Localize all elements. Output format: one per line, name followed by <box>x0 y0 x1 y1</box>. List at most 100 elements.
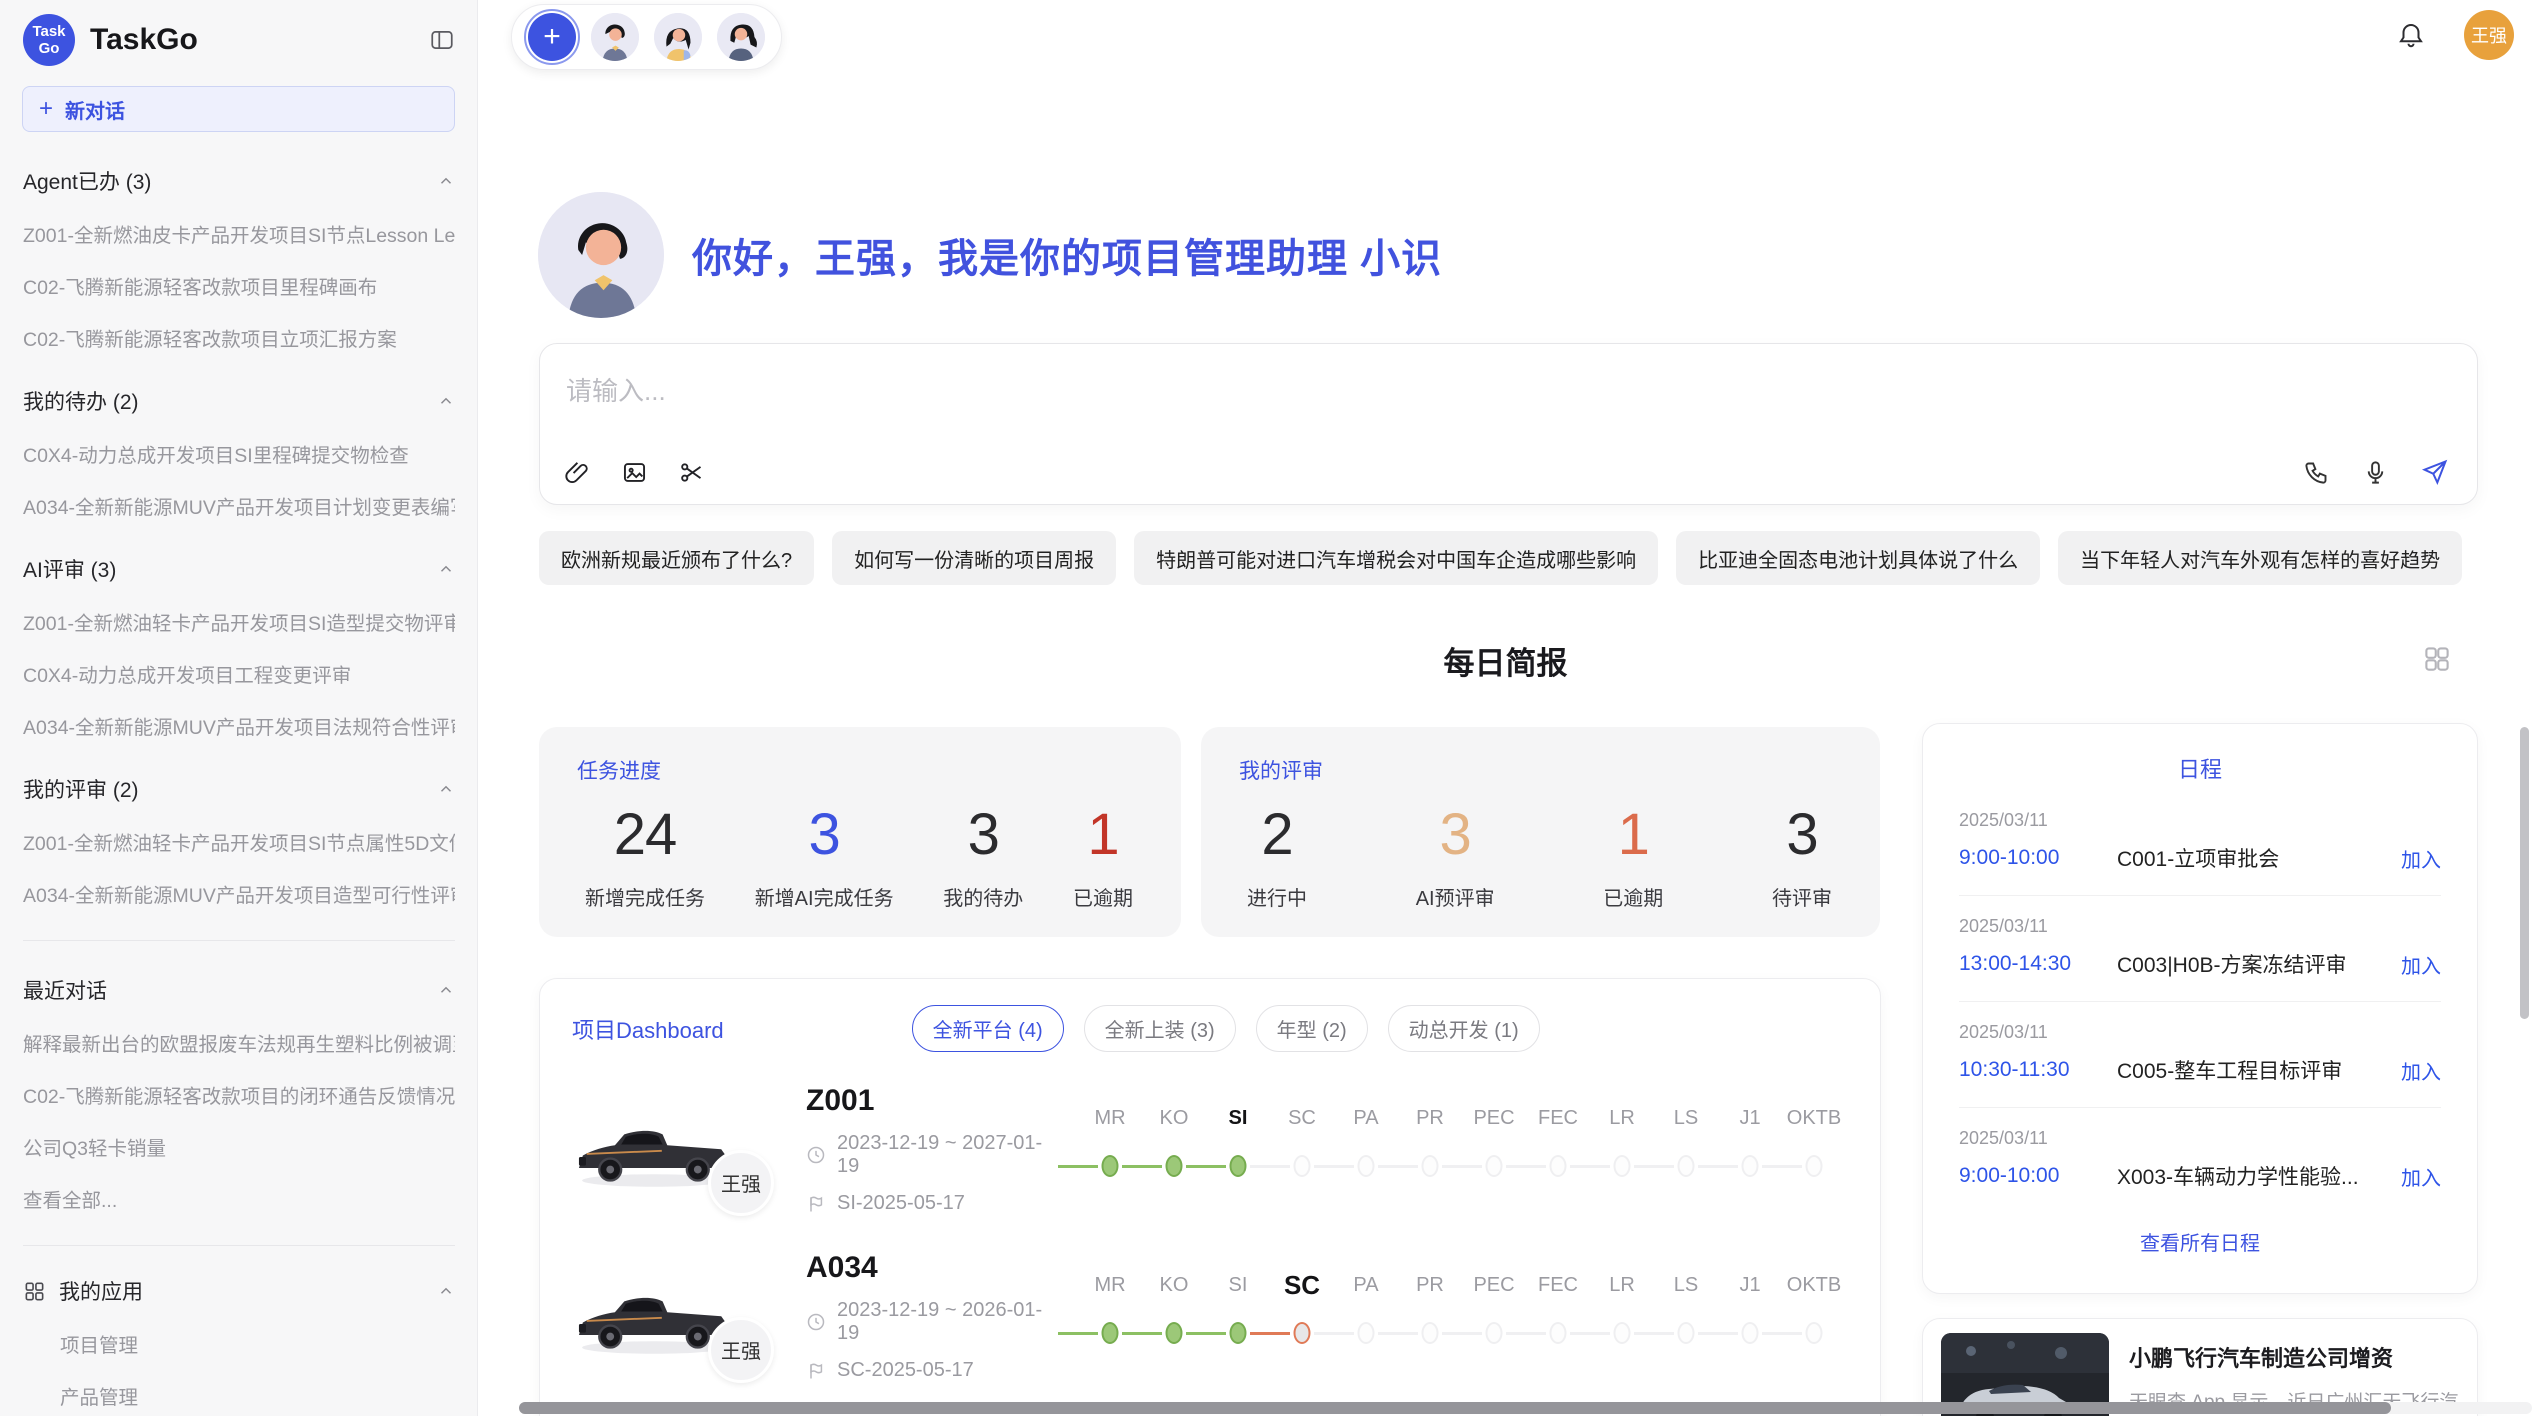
divider <box>23 940 455 941</box>
sidebar-item[interactable]: A034-全新新能源MUV产品开发项目造型可行性评审 <box>23 879 455 908</box>
dashboard-filter-chip[interactable]: 全新上装 (3) <box>1084 1005 1236 1052</box>
event-time: 10:30-11:30 <box>1959 1058 2117 1082</box>
sidebar-section-header[interactable]: AI评审 (3) <box>23 554 455 584</box>
microphone-icon[interactable] <box>2362 459 2389 486</box>
project-flag-row: SI-2025-05-17 <box>806 1192 1056 1215</box>
sidebar-item[interactable]: 查看全部... <box>23 1184 455 1213</box>
sidebar-item-my-apps[interactable]: 我的应用 <box>23 1276 455 1306</box>
chevron-up-icon[interactable] <box>437 172 455 190</box>
new-chat-label: 新对话 <box>65 95 125 124</box>
milestone: PEC <box>1462 1102 1526 1198</box>
vertical-scrollbar-thumb[interactable] <box>2520 727 2529 1019</box>
agent-switcher: + <box>511 4 782 70</box>
dashboard-filter-chip[interactable]: 全新平台 (4) <box>912 1005 1064 1052</box>
suggestion-chip[interactable]: 如何写一份清晰的项目周报 <box>832 531 1116 585</box>
suggestion-chip[interactable]: 欧洲新规最近颁布了什么? <box>539 531 814 585</box>
milestone-dot <box>1294 1322 1311 1344</box>
agent-avatar-1[interactable] <box>591 13 639 61</box>
chat-input[interactable] <box>566 376 2166 407</box>
event-main-row: 10:30-11:30 C005-整车工程目标评审 加入 <box>1959 1055 2441 1108</box>
milestone: J1 <box>1718 1269 1782 1365</box>
sidebar-section: 最近对话 解释最新出台的欧盟报废车法规再生塑料比例被调至15%... C02-飞… <box>23 975 455 1213</box>
milestone: SI <box>1206 1269 1270 1365</box>
milestone-label: J1 <box>1718 1269 1782 1301</box>
send-icon[interactable] <box>2421 458 2449 486</box>
event-name: X003-车辆动力学性能验... <box>2117 1161 2391 1191</box>
milestone-label: PEC <box>1462 1269 1526 1301</box>
greeting-text: 你好，王强，我是你的项目管理助理 小识 <box>692 226 1442 284</box>
stat-label: 已逾期 <box>1073 882 1133 911</box>
dashboard-filter-chip[interactable]: 动总开发 (1) <box>1388 1005 1540 1052</box>
milestone-dot <box>1486 1155 1503 1177</box>
event-join-link[interactable]: 加入 <box>2401 844 2441 873</box>
project-row[interactable]: 王强 A034 2023-12-19 ~ 2026-01-19 SC-2025-… <box>540 1225 1880 1392</box>
milestone-dot <box>1550 1155 1567 1177</box>
sidebar-item[interactable]: C02-飞腾新能源轻客改款项目立项汇报方案 <box>23 323 455 352</box>
flag-icon <box>806 1194 826 1214</box>
app-logo: Task Go <box>23 14 75 66</box>
chevron-up-icon[interactable] <box>437 780 455 798</box>
sidebar-item[interactable]: A034-全新新能源MUV产品开发项目法规符合性评审 <box>23 711 455 740</box>
sidebar-app-item[interactable]: 项目管理 <box>60 1329 455 1358</box>
event-join-link[interactable]: 加入 <box>2401 950 2441 979</box>
app-window: Task Go TaskGo + 新对话 Agent已办 (3) Z001-全新… <box>0 0 2532 1416</box>
stat-label: 我的待办 <box>943 882 1023 911</box>
attachment-icon[interactable] <box>564 459 591 486</box>
sidebar-item[interactable]: C02-飞腾新能源轻客改款项目的闭环通告反馈情况 <box>23 1080 455 1109</box>
agent-avatar-3[interactable] <box>717 13 765 61</box>
project-image: 王强 <box>568 1265 740 1369</box>
milestone-dot <box>1806 1155 1823 1177</box>
sidebar-app-item[interactable]: 产品管理 <box>60 1381 455 1410</box>
dashboard-filter-chip[interactable]: 年型 (2) <box>1256 1005 1368 1052</box>
sidebar-item[interactable]: Z001-全新燃油皮卡产品开发项目SI节点Lesson Learn报告 <box>23 219 455 248</box>
chevron-up-icon[interactable] <box>437 560 455 578</box>
sidebar-item[interactable]: C0X4-动力总成开发项目SI里程碑提交物检查 <box>23 439 455 468</box>
project-info: A034 2023-12-19 ~ 2026-01-19 SC-2025-05-… <box>806 1251 1056 1382</box>
milestone-label: MR <box>1078 1269 1142 1301</box>
scissors-icon[interactable] <box>678 459 705 486</box>
sidebar-section-header[interactable]: Agent已办 (3) <box>23 166 455 196</box>
sidebar-item[interactable]: 解释最新出台的欧盟报废车法规再生塑料比例被调至15%... <box>23 1028 455 1057</box>
event-join-link[interactable]: 加入 <box>2401 1162 2441 1191</box>
notifications-bell-icon[interactable] <box>2396 20 2426 50</box>
new-chat-button[interactable]: + 新对话 <box>22 86 455 132</box>
milestone: MR <box>1078 1102 1142 1198</box>
view-all-schedule-link[interactable]: 查看所有日程 <box>1923 1227 2477 1256</box>
apps-grid-icon <box>23 1280 46 1303</box>
suggestion-chip[interactable]: 比亚迪全固态电池计划具体说了什么 <box>1676 531 2040 585</box>
suggestion-chip[interactable]: 当下年轻人对汽车外观有怎样的喜好趋势 <box>2058 531 2462 585</box>
agent-avatar-2[interactable] <box>654 13 702 61</box>
briefing-layout-icon[interactable] <box>2422 644 2452 674</box>
sidebar-section-header[interactable]: 最近对话 <box>23 975 455 1005</box>
sidebar-item[interactable]: 公司Q3轻卡销量 <box>23 1132 455 1161</box>
sidebar-item[interactable]: C02-飞腾新能源轻客改款项目里程碑画布 <box>23 271 455 300</box>
user-avatar[interactable]: 王强 <box>2464 10 2514 60</box>
project-code: A034 <box>806 1251 1056 1285</box>
milestone-label: LR <box>1590 1269 1654 1301</box>
sidebar-section-header[interactable]: 我的待办 (2) <box>23 386 455 416</box>
chevron-up-icon[interactable] <box>437 1282 455 1300</box>
event-name: C003|H0B-方案冻结评审 <box>2117 949 2391 979</box>
event-time: 13:00-14:30 <box>1959 952 2117 976</box>
milestone-label: SC <box>1270 1269 1334 1301</box>
sidebar-section-header[interactable]: 我的评审 (2) <box>23 774 455 804</box>
phone-icon[interactable] <box>2303 459 2330 486</box>
project-owner-badge: 王强 <box>708 1150 774 1216</box>
milestone-dot <box>1230 1322 1247 1344</box>
add-agent-button[interactable]: + <box>528 13 576 61</box>
milestone-label: SI <box>1206 1102 1270 1134</box>
event-join-link[interactable]: 加入 <box>2401 1056 2441 1085</box>
chevron-up-icon[interactable] <box>437 392 455 410</box>
image-icon[interactable] <box>621 459 648 486</box>
sidebar-item[interactable]: Z001-全新燃油轻卡产品开发项目SI造型提交物评审 <box>23 607 455 636</box>
sidebar-item[interactable]: C0X4-动力总成开发项目工程变更评审 <box>23 659 455 688</box>
suggestion-chip[interactable]: 特朗普可能对进口汽车增税会对中国车企造成哪些影响 <box>1134 531 1658 585</box>
project-row[interactable]: 王强 Z001 2023-12-19 ~ 2027-01-19 SI-2025-… <box>540 1058 1880 1225</box>
chevron-up-icon[interactable] <box>437 981 455 999</box>
sidebar-item[interactable]: Z001-全新燃油轻卡产品开发项目SI节点属性5D文件评审 <box>23 827 455 856</box>
sidebar-collapse-icon[interactable] <box>429 27 455 53</box>
sidebar-item[interactable]: A034-全新新能源MUV产品开发项目计划变更表编写 <box>23 491 455 520</box>
stat-value: 3 <box>943 801 1023 868</box>
horizontal-scrollbar-thumb[interactable] <box>519 1402 2391 1414</box>
greeting-block: 你好，王强，我是你的项目管理助理 小识 <box>538 192 1442 318</box>
